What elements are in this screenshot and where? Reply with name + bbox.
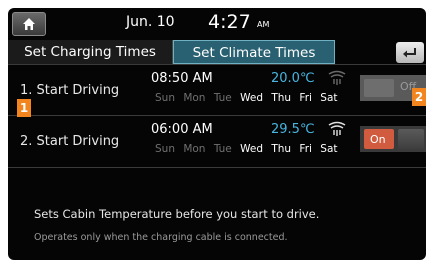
day-sat: Sat (320, 92, 338, 104)
row-divider (8, 115, 426, 116)
clock-ampm: AM (257, 20, 270, 29)
schedule-row-2[interactable]: 2. Start Driving 06:00 AM 29.5℃ Sun Mon … (8, 117, 426, 165)
toggle-knob (364, 79, 394, 97)
day-tue: Tue (213, 92, 232, 104)
schedule-toggle-on[interactable]: On (360, 126, 426, 152)
day-thu: Thu (271, 143, 292, 155)
callout-badge-1: 1 (17, 99, 31, 117)
callout-badge-2: 2 (412, 88, 426, 106)
tab-set-charging-times[interactable]: Set Charging Times (8, 40, 173, 64)
schedule-time: 08:50 AM (151, 71, 213, 86)
day-sun: Sun (155, 143, 175, 155)
schedule-days: Sun Mon Tue Wed Thu Fri Sat (155, 92, 343, 104)
tab-bar: Set Charging Times Set Climate Times (8, 40, 426, 65)
day-sat: Sat (320, 143, 338, 155)
home-icon (23, 18, 35, 30)
schedule-label: 2. Start Driving (20, 134, 120, 149)
day-fri: Fri (299, 92, 312, 104)
schedule-temperature: 20.0℃ (271, 71, 315, 86)
day-sun: Sun (155, 92, 175, 104)
back-arrow-icon (403, 48, 416, 58)
day-thu: Thu (271, 92, 292, 104)
toggle-track: On (360, 126, 426, 152)
schedule-row-1[interactable]: 1. Start Driving 08:50 AM 20.0℃ Sun Mon … (8, 66, 426, 114)
schedule-label: 1. Start Driving (20, 83, 120, 98)
defrost-fan-icon (328, 70, 346, 85)
climate-screen: Jun. 10 4:27 AM Set Charging Times Set C… (8, 8, 426, 260)
day-wed: Wed (240, 92, 263, 104)
day-wed: Wed (240, 143, 263, 155)
day-fri: Fri (299, 143, 312, 155)
home-button[interactable] (12, 12, 46, 36)
tab-set-climate-times[interactable]: Set Climate Times (173, 40, 335, 64)
back-button[interactable] (396, 42, 424, 63)
info-description: Sets Cabin Temperature before you start … (34, 207, 320, 221)
clock-time: 4:27 (208, 11, 251, 33)
info-note: Operates only when the charging cable is… (34, 232, 288, 243)
schedule-days: Sun Mon Tue Wed Thu Fri Sat (155, 143, 343, 155)
day-tue: Tue (213, 143, 232, 155)
row-divider (8, 167, 426, 168)
date-text: Jun. 10 (126, 14, 175, 30)
defrost-fan-icon (328, 121, 346, 136)
day-mon: Mon (183, 92, 206, 104)
toggle-label: On (370, 133, 386, 146)
status-bar: Jun. 10 4:27 AM (8, 8, 426, 38)
day-mon: Mon (183, 143, 206, 155)
schedule-time: 06:00 AM (151, 122, 213, 137)
schedule-temperature: 29.5℃ (271, 122, 315, 137)
toggle-knob (398, 129, 424, 149)
